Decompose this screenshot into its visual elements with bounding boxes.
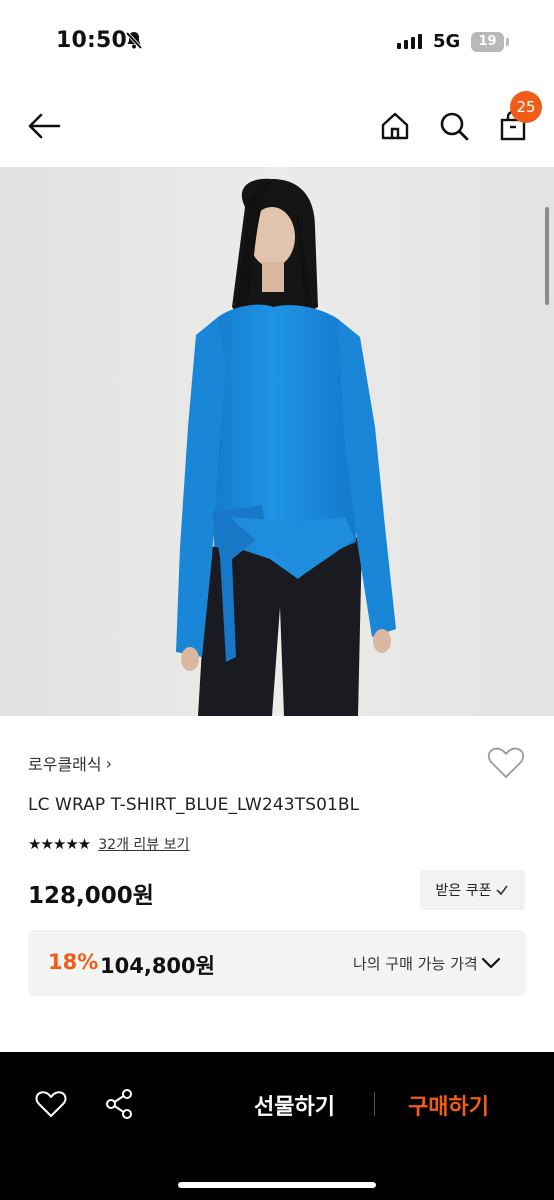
check-icon xyxy=(496,885,509,896)
battery-tip xyxy=(506,38,509,46)
image-scroll-indicator xyxy=(545,207,549,305)
back-button[interactable] xyxy=(24,106,64,146)
status-bar: 10:50 5G 19 xyxy=(0,0,554,84)
product-price: 128,000원 xyxy=(28,883,154,909)
signal-icon xyxy=(397,34,422,49)
home-indicator xyxy=(178,1182,376,1188)
share-button[interactable] xyxy=(98,1084,140,1124)
brand-name: 로우클래식 xyxy=(28,755,102,774)
buy-button[interactable]: 구매하기 xyxy=(408,1089,489,1121)
status-time: 10:50 xyxy=(56,28,128,53)
wishlist-button[interactable] xyxy=(487,746,525,784)
home-button[interactable] xyxy=(376,106,414,146)
heart-icon xyxy=(35,1091,67,1117)
network-type: 5G xyxy=(433,31,461,52)
model-photo xyxy=(0,167,554,716)
discount-rate: 18% xyxy=(48,950,99,974)
gift-button[interactable]: 선물하기 xyxy=(254,1089,335,1121)
top-nav xyxy=(0,90,554,162)
best-price-panel[interactable]: 18% 104,800원 나의 구매 가능 가격 xyxy=(28,930,526,996)
review-link[interactable]: 32개 리뷰 보기 xyxy=(98,834,189,854)
coupon-button[interactable]: 받은 쿠폰 xyxy=(420,870,525,910)
brand-link[interactable]: 로우클래식 › xyxy=(28,751,112,775)
bell-muted-icon xyxy=(124,30,144,54)
product-title: LC WRAP T-SHIRT_BLUE_LW243TS01BL xyxy=(28,795,360,815)
action-divider xyxy=(374,1092,375,1116)
best-price-value: 104,800원 xyxy=(100,954,215,978)
cart-count-badge: 25 xyxy=(510,91,542,123)
arrow-left-icon xyxy=(28,113,61,139)
chevron-down-icon xyxy=(481,957,501,969)
heart-icon xyxy=(487,747,525,778)
product-image[interactable] xyxy=(0,167,554,716)
rating-row: ★★★★★ 32개 리뷰 보기 xyxy=(28,834,189,854)
share-icon xyxy=(106,1089,132,1119)
search-button[interactable] xyxy=(434,106,474,146)
rating-stars: ★★★★★ xyxy=(28,835,91,853)
bottom-action-bar: 선물하기 구매하기 xyxy=(0,1052,554,1200)
product-page: 10:50 5G 19 25 로우클래식 › LC WRAP T-SHIRT_B… xyxy=(0,0,554,1200)
best-price-label: 나의 구매 가능 가격 xyxy=(353,955,478,973)
search-icon xyxy=(440,112,469,141)
battery-icon: 19 xyxy=(471,32,504,52)
bottom-wishlist-button[interactable] xyxy=(30,1084,72,1124)
coupon-label: 받은 쿠폰 xyxy=(435,883,492,899)
home-icon xyxy=(381,112,409,140)
chevron-right-icon: › xyxy=(105,753,113,773)
